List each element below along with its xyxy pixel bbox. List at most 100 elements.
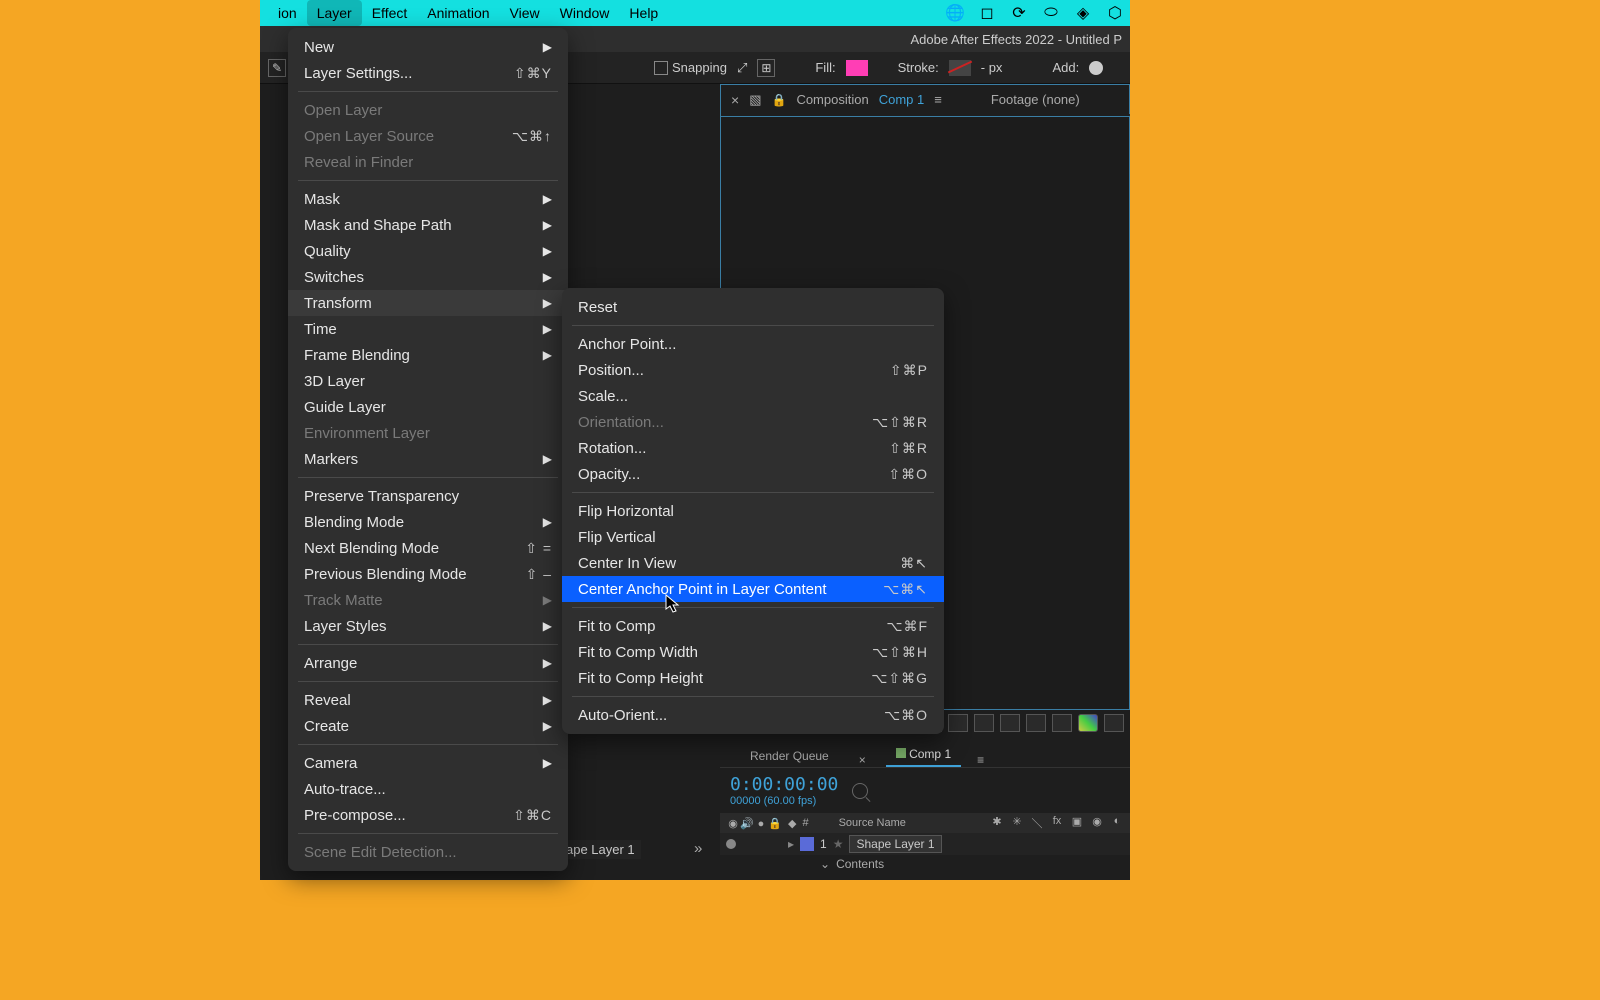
layer-menu-reveal-in-finder: Reveal in Finder xyxy=(288,149,568,175)
footage-panel-label[interactable]: Footage (none) xyxy=(991,92,1080,107)
layer-menu-time[interactable]: Time▶ xyxy=(288,316,568,342)
panel-menu-icon[interactable]: ≡ xyxy=(934,92,941,107)
menubar-item-view[interactable]: View xyxy=(500,0,550,26)
layer-menu-mask[interactable]: Mask▶ xyxy=(288,186,568,212)
transform-menu-fit-to-comp-width[interactable]: Fit to Comp Width⌥⇧⌘H xyxy=(562,639,944,665)
layer-menu-layer-settings[interactable]: Layer Settings...⇧⌘Y xyxy=(288,60,568,86)
timecode-value[interactable]: 0:00:00:00 xyxy=(730,774,838,795)
transform-menu-rotation[interactable]: Rotation...⇧⌘R xyxy=(562,435,944,461)
overflow-icon[interactable]: » xyxy=(694,840,702,857)
transform-menu-opacity[interactable]: Opacity...⇧⌘O xyxy=(562,461,944,487)
transform-menu-fit-to-comp[interactable]: Fit to Comp⌥⌘F xyxy=(562,613,944,639)
tool-pen-icon[interactable]: ✎ xyxy=(268,59,286,77)
transform-menu-center-anchor-point-in-layer-content[interactable]: Center Anchor Point in Layer Content ⌥⌘↖ xyxy=(562,576,944,602)
layer-menu-switches[interactable]: Switches▶ xyxy=(288,264,568,290)
layer-menu-previous-blending-mode[interactable]: Previous Blending Mode⇧ – xyxy=(288,561,568,587)
source-name-header[interactable]: Source Name xyxy=(839,817,906,829)
transform-menu-position[interactable]: Position...⇧⌘P xyxy=(562,357,944,383)
square-icon[interactable]: ◻ xyxy=(978,4,996,22)
transform-menu-reset[interactable]: Reset xyxy=(562,294,944,320)
fill-color-chip[interactable] xyxy=(846,60,868,76)
layer-menu-markers[interactable]: Markers▶ xyxy=(288,446,568,472)
layer-menu-reveal[interactable]: Reveal▶ xyxy=(288,687,568,713)
add-button[interactable] xyxy=(1089,61,1103,75)
transform-menu-flip-vertical[interactable]: Flip Vertical xyxy=(562,524,944,550)
stroke-color-chip[interactable] xyxy=(949,60,971,76)
layer-menu-new[interactable]: New▶ xyxy=(288,34,568,60)
menu-item-label: Pre-compose... xyxy=(304,807,406,824)
close-icon[interactable]: × xyxy=(855,753,870,767)
stroke-width[interactable]: - px xyxy=(981,60,1003,75)
close-icon[interactable]: × xyxy=(731,92,739,108)
footer-ic-3[interactable] xyxy=(974,714,994,732)
chevron-right-icon: ▶ xyxy=(523,719,552,733)
chevron-down-icon[interactable]: ⌄ xyxy=(820,857,830,871)
visibility-icons[interactable]: ◉🔊●🔒 xyxy=(726,817,782,830)
lock-icon[interactable]: 🔒 xyxy=(771,93,786,107)
footer-ic-5[interactable] xyxy=(1026,714,1046,732)
layer-name[interactable]: Shape Layer 1 xyxy=(849,835,941,853)
layer-menu-quality[interactable]: Quality▶ xyxy=(288,238,568,264)
layer-menu-arrange[interactable]: Arrange▶ xyxy=(288,650,568,676)
layer-menu-pre-compose[interactable]: Pre-compose...⇧⌘C xyxy=(288,802,568,828)
transform-menu-auto-orient[interactable]: Auto-Orient...⌥⌘O xyxy=(562,702,944,728)
layer-menu-guide-layer[interactable]: Guide Layer xyxy=(288,394,568,420)
transform-menu-anchor-point[interactable]: Anchor Point... xyxy=(562,331,944,357)
footer-ic-6[interactable] xyxy=(1052,714,1072,732)
snapping-toggle[interactable]: Snapping xyxy=(654,60,727,75)
panel-menu-icon[interactable]: ≡ xyxy=(977,753,983,767)
layer-menu-camera[interactable]: Camera▶ xyxy=(288,750,568,776)
layer-contents-row[interactable]: ⌄ Contents xyxy=(720,855,1130,873)
tab-comp[interactable]: Comp 1 xyxy=(886,743,961,767)
layer-menu-transform[interactable]: Transform▶ xyxy=(288,290,568,316)
layer-menu-layer-styles[interactable]: Layer Styles▶ xyxy=(288,613,568,639)
layer-menu-next-blending-mode[interactable]: Next Blending Mode⇧ = xyxy=(288,535,568,561)
diamond-icon[interactable]: ◈ xyxy=(1074,4,1092,22)
menu-item-label: Arrange xyxy=(304,655,357,672)
snap-options-icon[interactable]: ⊞ xyxy=(757,59,775,77)
layer-menu-mask-and-shape-path[interactable]: Mask and Shape Path▶ xyxy=(288,212,568,238)
menu-item-label: Fit to Comp Height xyxy=(578,670,703,687)
chevron-right-icon: ▶ xyxy=(523,593,552,607)
hex-icon[interactable]: ⬡ xyxy=(1106,4,1124,22)
menubar-item-layer[interactable]: Layer xyxy=(307,0,362,26)
layer-menu-auto-trace[interactable]: Auto-trace... xyxy=(288,776,568,802)
tab-render-queue[interactable]: Render Queue xyxy=(740,745,839,767)
layer-menu-3d-layer[interactable]: 3D Layer xyxy=(288,368,568,394)
footer-ic-color[interactable] xyxy=(1078,714,1098,732)
ovals-icon[interactable]: ⬭ xyxy=(1042,4,1060,22)
layer-menu-create[interactable]: Create▶ xyxy=(288,713,568,739)
timeline-layer-row[interactable]: ▸ 1 ★ Shape Layer 1 xyxy=(720,833,1130,855)
menubar-item-ion[interactable]: ion xyxy=(268,0,307,26)
transform-menu-scale[interactable]: Scale... xyxy=(562,383,944,409)
magnet-icon[interactable]: ⤢ xyxy=(737,60,747,76)
menubar-item-help[interactable]: Help xyxy=(619,0,668,26)
composition-name[interactable]: Comp 1 xyxy=(879,92,925,107)
globe-icon[interactable]: 🌐 xyxy=(946,4,964,22)
expand-icon[interactable]: ▸ xyxy=(788,837,794,851)
menubar-item-animation[interactable]: Animation xyxy=(417,0,499,26)
layer-menu-frame-blending[interactable]: Frame Blending▶ xyxy=(288,342,568,368)
menu-item-shortcut: ⌥⌘F xyxy=(886,618,928,635)
layer-color-chip[interactable] xyxy=(800,837,814,851)
menu-item-label: Mask and Shape Path xyxy=(304,217,452,234)
layer-menu-blending-mode[interactable]: Blending Mode▶ xyxy=(288,509,568,535)
footer-ic-refresh[interactable] xyxy=(1104,714,1124,732)
footer-ic-4[interactable] xyxy=(1000,714,1020,732)
transform-menu-center-in-view[interactable]: Center In View⌘↖ xyxy=(562,550,944,576)
circle-play-icon[interactable]: ⟳ xyxy=(1010,4,1028,22)
menubar-item-window[interactable]: Window xyxy=(550,0,620,26)
switches-icons[interactable]: ✱✳＼fx▣◉◐ xyxy=(990,815,1130,831)
chevron-right-icon: ▶ xyxy=(523,756,552,770)
menu-item-shortcut: ⌥⌘↖ xyxy=(883,581,928,598)
menubar-item-effect[interactable]: Effect xyxy=(362,0,418,26)
project-panel-layer-name[interactable]: ape Layer 1 xyxy=(560,840,641,859)
menu-item-label: Center Anchor Point in Layer Content xyxy=(578,581,826,598)
video-enable-icon[interactable] xyxy=(726,839,736,849)
label-column-icon[interactable]: ◆ xyxy=(788,817,796,830)
search-icon[interactable] xyxy=(852,783,868,799)
transform-menu-fit-to-comp-height[interactable]: Fit to Comp Height⌥⇧⌘G xyxy=(562,665,944,691)
transform-menu-flip-horizontal[interactable]: Flip Horizontal xyxy=(562,498,944,524)
footer-ic-2[interactable] xyxy=(948,714,968,732)
layer-menu-preserve-transparency[interactable]: Preserve Transparency xyxy=(288,483,568,509)
